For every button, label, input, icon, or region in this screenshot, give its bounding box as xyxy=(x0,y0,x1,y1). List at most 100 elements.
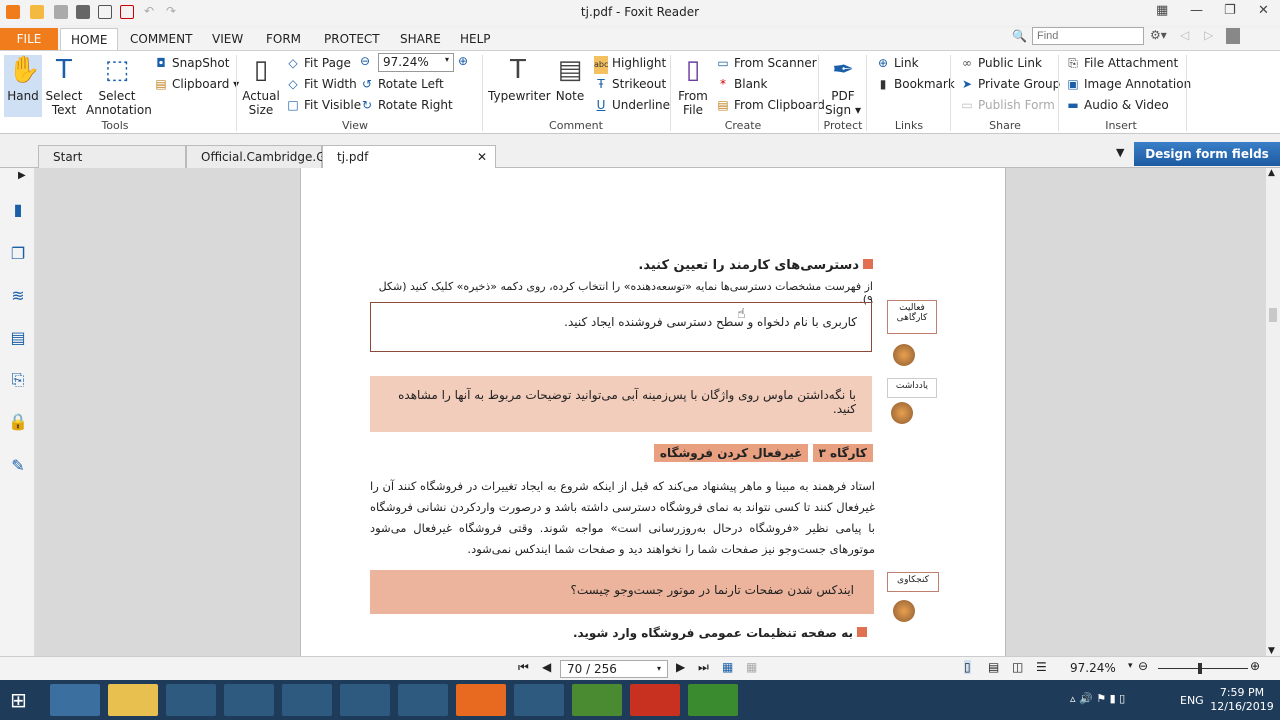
back-icon[interactable]: ◁ xyxy=(1180,28,1189,42)
camtasia-icon[interactable] xyxy=(572,684,622,716)
tab-file[interactable]: FILE xyxy=(0,28,58,50)
hand-button[interactable]: ✋ Hand xyxy=(4,55,42,117)
snapshot-button[interactable]: ◘ SnapShot xyxy=(154,54,229,72)
bookmark-button[interactable]: ▮ Bookmark xyxy=(876,75,955,93)
zoom-out-icon[interactable]: ⊖ xyxy=(1138,659,1148,673)
attachments-icon[interactable]: ⎘ xyxy=(8,370,28,390)
tab-protect[interactable]: PROTECT xyxy=(314,28,390,50)
video-app-icon[interactable] xyxy=(514,684,564,716)
foxit-taskbar-icon[interactable] xyxy=(456,684,506,716)
promo-banner[interactable]: Design form fields easily xyxy=(1134,142,1280,185)
audio-video-button[interactable]: ▬ Audio & Video xyxy=(1066,96,1168,114)
last-page-icon[interactable]: ⏭ xyxy=(698,660,709,675)
find-folder-icon[interactable]: 🔍 xyxy=(1012,29,1027,43)
close-button[interactable]: ✕ xyxy=(1258,3,1269,18)
chrome-icon[interactable] xyxy=(282,684,332,716)
facing-icon[interactable]: ◫ xyxy=(1012,660,1023,674)
select-text-button[interactable]: T Select Text xyxy=(44,55,84,117)
strikeout-button[interactable]: Ŧ Strikeout xyxy=(594,75,666,93)
blank-button[interactable]: * Blank xyxy=(716,75,767,93)
previous-view-icon[interactable]: ▦ xyxy=(722,660,733,674)
tab-official-cambridge[interactable]: Official.Cambridge.Gu... xyxy=(186,145,345,169)
tab-share[interactable]: SHARE xyxy=(390,28,451,50)
from-clipboard-button[interactable]: ▤ From Clipboard xyxy=(716,96,825,114)
vertical-scrollbar[interactable]: ▲ ▼ xyxy=(1266,168,1280,656)
tab-start[interactable]: Start xyxy=(38,145,186,169)
highlight-button[interactable]: abc Highlight xyxy=(594,54,666,74)
clipboard-button[interactable]: ▤ Clipboard ▾ xyxy=(154,75,239,93)
typewriter-button[interactable]: T Typewriter xyxy=(488,55,551,103)
from-file-button[interactable]: ▯ From File xyxy=(676,55,710,117)
rotate-right-button[interactable]: ↻ Rotate Right xyxy=(360,96,453,114)
file-explorer-icon[interactable] xyxy=(108,684,158,716)
user-icon[interactable] xyxy=(1226,28,1240,44)
underline-button[interactable]: U Underline xyxy=(594,96,670,114)
document-canvas[interactable]: دسترسی‌های کارمند را تعیین کنید. از فهرس… xyxy=(35,168,1266,656)
bookmarks-icon[interactable]: ▮ xyxy=(8,200,28,220)
scroll-thumb[interactable] xyxy=(1269,308,1277,322)
actual-size-button[interactable]: ▯ Actual Size xyxy=(242,55,280,117)
page-number-input[interactable]: 70 / 256 ▾ xyxy=(560,660,668,678)
powerpoint-icon[interactable] xyxy=(630,684,680,716)
expand-panel-icon[interactable]: ▶ xyxy=(18,170,26,181)
next-page-icon[interactable]: ▶ xyxy=(676,660,685,674)
continuous-icon[interactable]: ▤ xyxy=(988,660,999,674)
tab-list-dropdown[interactable]: ▼ xyxy=(1116,146,1124,159)
zoom-out-icon[interactable]: ⊖ xyxy=(360,54,370,68)
zoom-in-icon[interactable]: ⊕ xyxy=(1250,659,1260,673)
rotate-left-button[interactable]: ↺ Rotate Left xyxy=(360,75,444,93)
camtasia-recorder-icon[interactable] xyxy=(688,684,738,716)
zoom-dropdown[interactable]: ▾ xyxy=(1128,661,1133,671)
pdf-sign-button[interactable]: ✒ PDF Sign ▾ xyxy=(824,55,862,117)
first-page-icon[interactable]: ⏮ xyxy=(518,660,529,675)
layers-icon[interactable]: ≋ xyxy=(8,286,28,306)
layout-icon[interactable]: ▦ xyxy=(1156,3,1168,18)
scroll-up-icon[interactable]: ▲ xyxy=(1268,168,1275,178)
zoom-slider-thumb[interactable] xyxy=(1198,663,1202,674)
fit-width-button[interactable]: ◇ Fit Width xyxy=(286,75,356,93)
private-group-button[interactable]: ➤ Private Group xyxy=(960,75,1060,93)
comments-icon[interactable]: ▤ xyxy=(8,328,28,348)
tool-app-icon[interactable] xyxy=(166,684,216,716)
fit-page-button[interactable]: ◇ Fit Page xyxy=(286,54,351,72)
close-tab-icon[interactable]: ✕ xyxy=(477,146,487,168)
tab-help[interactable]: HELP xyxy=(450,28,501,50)
note-button[interactable]: ▤ Note xyxy=(552,55,588,103)
file-attachment-button[interactable]: ⎘ File Attachment xyxy=(1066,54,1178,72)
security-lock-icon[interactable]: 🔒 xyxy=(8,412,28,432)
next-view-icon[interactable]: ▦ xyxy=(746,660,757,674)
select-annotation-button[interactable]: ⬚ Select Annotation xyxy=(86,55,152,117)
tab-home[interactable]: HOME xyxy=(60,28,119,50)
public-link-button[interactable]: ∞ Public Link xyxy=(960,54,1042,72)
calculator-app-icon[interactable] xyxy=(50,684,100,716)
forward-icon[interactable]: ▷ xyxy=(1204,28,1213,42)
minimize-button[interactable]: — xyxy=(1190,3,1203,18)
tab-comment[interactable]: COMMENT xyxy=(120,28,202,50)
fit-visible-button[interactable]: □ Fit Visible xyxy=(286,96,361,114)
firefox-icon[interactable] xyxy=(340,684,390,716)
from-scanner-button[interactable]: ▭ From Scanner xyxy=(716,54,816,72)
signature-icon[interactable]: ✎ xyxy=(8,456,28,476)
start-windows-icon[interactable]: ⊞ xyxy=(10,688,27,712)
pages-icon[interactable]: ❐ xyxy=(8,244,28,264)
media-player-icon[interactable] xyxy=(398,684,448,716)
find-input[interactable] xyxy=(1032,27,1144,45)
single-page-icon[interactable]: ▯ xyxy=(964,660,971,674)
previous-page-icon[interactable]: ◀ xyxy=(542,660,551,674)
zoom-select[interactable]: 97.24% ▾ xyxy=(378,53,454,72)
publish-form-button[interactable]: ▭ Publish Form xyxy=(960,96,1055,114)
scroll-down-icon[interactable]: ▼ xyxy=(1268,646,1275,656)
restore-button[interactable]: ❐ xyxy=(1224,3,1236,18)
image-annotation-button[interactable]: ▣ Image Annotation xyxy=(1066,75,1191,93)
zoom-slider[interactable] xyxy=(1158,668,1248,669)
tab-tj-pdf[interactable]: tj.pdf ✕ xyxy=(322,145,496,169)
language-indicator[interactable]: ENG xyxy=(1180,694,1204,707)
clock[interactable]: 7:59 PM 12/16/2019 xyxy=(1210,686,1274,714)
settings-icon[interactable]: ⚙▾ xyxy=(1150,28,1167,42)
zoom-in-icon[interactable]: ⊕ xyxy=(458,54,468,68)
tab-view[interactable]: VIEW xyxy=(202,28,253,50)
internet-explorer-icon[interactable] xyxy=(224,684,274,716)
tray-icons[interactable]: ▵ 🔊 ⚑ ▮ ▯ xyxy=(1070,692,1125,705)
continuous-facing-icon[interactable]: ☰ xyxy=(1036,660,1047,674)
tab-form[interactable]: FORM xyxy=(256,28,311,50)
